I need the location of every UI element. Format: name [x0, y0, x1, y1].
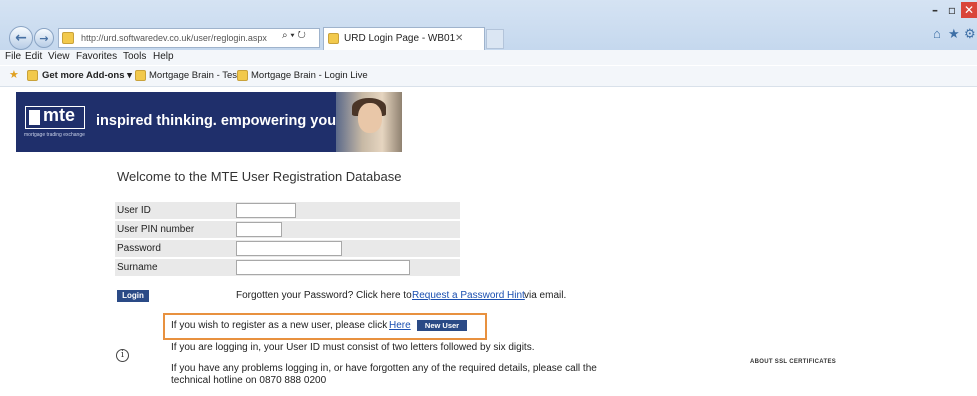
tab-close-icon[interactable]: ✕ [455, 33, 463, 44]
menu-view[interactable]: View [48, 51, 70, 62]
page-favicon-icon [62, 32, 74, 44]
favorite-page-icon [237, 70, 248, 81]
user-id-format-note: If you are logging in, your User ID must… [171, 342, 535, 353]
minimize-button[interactable]: – [927, 2, 943, 18]
info-icon: i [116, 349, 129, 362]
address-bar[interactable]: http://urd.softwaredev.co.uk/user/reglog… [58, 28, 320, 48]
favorites-star-icon[interactable]: ★ [948, 26, 960, 42]
close-window-button[interactable]: ✕ [961, 2, 977, 18]
surname-input[interactable] [236, 260, 410, 275]
user-id-label: User ID [117, 205, 151, 216]
user-pin-input[interactable] [236, 222, 282, 237]
banner-photo-face [358, 103, 382, 133]
new-user-button[interactable]: New User [417, 320, 467, 331]
password-hint-link[interactable]: Request a Password Hint [412, 290, 525, 301]
menu-tools[interactable]: Tools [123, 51, 146, 62]
password-label: Password [117, 243, 161, 254]
search-refresh-icons[interactable]: ⌕ ▾ ↻ [282, 30, 306, 41]
surname-label: Surname [117, 262, 158, 273]
menu-favorites[interactable]: Favorites [76, 51, 117, 62]
user-id-input[interactable] [236, 203, 296, 218]
register-here-link[interactable]: Here [389, 320, 411, 331]
page-title: Welcome to the MTE User Registration Dat… [117, 169, 402, 184]
menu-bar [0, 50, 977, 65]
favorite-mortgage-brain-live[interactable]: Mortgage Brain - Login Live [251, 70, 368, 81]
ssl-certificates-link[interactable]: ABOUT SSL CERTIFICATES [750, 359, 836, 365]
forgot-password-text: Forgotten your Password? Click here to [236, 290, 412, 301]
home-icon[interactable]: ⌂ [933, 26, 941, 41]
banner-tagline: inspired thinking. empowering you. [96, 113, 341, 129]
menu-help[interactable]: Help [153, 51, 174, 62]
addons-icon [27, 70, 38, 81]
register-text: If you wish to register as a new user, p… [171, 320, 388, 331]
mte-logo-subtitle: mortgage trading exchange [24, 132, 85, 138]
forward-arrow-icon[interactable]: → [34, 28, 54, 48]
favorite-page-icon [135, 70, 146, 81]
favorites-bar [0, 66, 977, 87]
tab-favicon-icon [328, 33, 339, 44]
password-input[interactable] [236, 241, 342, 256]
favorites-star-icon: ★ [9, 69, 19, 81]
mte-logo-mark [29, 110, 40, 125]
mte-logo-text: mte [43, 105, 76, 125]
user-pin-label: User PIN number [117, 224, 195, 235]
favorite-mortgage-brain-test[interactable]: Mortgage Brain - Test [149, 70, 240, 81]
get-addons-link[interactable]: Get more Add-ons ▾ [42, 70, 132, 81]
menu-file[interactable]: File [5, 51, 21, 62]
new-tab-button[interactable] [486, 29, 504, 49]
maximize-button[interactable]: ▫ [944, 2, 960, 18]
back-arrow-icon[interactable]: ← [9, 26, 33, 50]
login-button[interactable]: Login [117, 290, 149, 302]
help-hotline-note: If you have any problems logging in, or … [171, 363, 597, 386]
menu-edit[interactable]: Edit [25, 51, 42, 62]
gear-icon[interactable]: ⚙ [964, 26, 976, 42]
forgot-password-tail: via email. [524, 290, 567, 301]
